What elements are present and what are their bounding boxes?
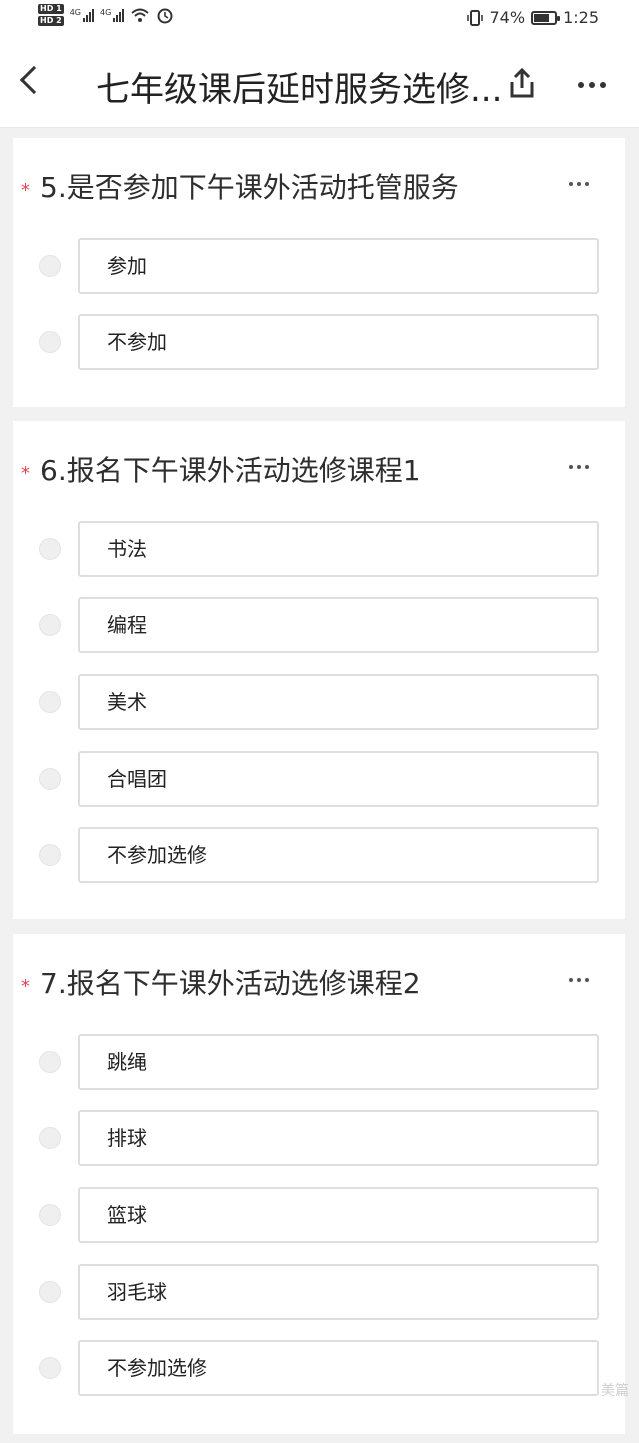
option-row[interactable]: 跳绳 xyxy=(13,1034,625,1090)
question-title: 7.报名下午课外活动选修课程2 xyxy=(40,967,421,1000)
option-row[interactable]: 排球 xyxy=(13,1110,625,1166)
option-row[interactable]: 编程 xyxy=(13,597,625,653)
wifi-icon xyxy=(131,8,149,22)
required-mark: * xyxy=(21,976,30,997)
option-row[interactable]: 不参加选修 xyxy=(13,827,625,883)
question-more-icon[interactable] xyxy=(569,978,589,982)
sim1-badge: HD 1 xyxy=(38,4,64,14)
share-icon[interactable] xyxy=(508,66,536,100)
option-row[interactable]: 参加 xyxy=(13,238,625,294)
radio-button[interactable] xyxy=(39,1357,61,1379)
radio-button[interactable] xyxy=(39,1204,61,1226)
required-mark: * xyxy=(21,463,30,484)
page-title: 七年级课后延时服务选修... xyxy=(96,70,503,110)
question-card-6: * 6.报名下午课外活动选修课程1 书法 编程 美术 合唱团 不参加选修 xyxy=(13,421,625,919)
option-row[interactable]: 羽毛球 xyxy=(13,1264,625,1320)
battery-fill xyxy=(534,13,549,22)
radio-button[interactable] xyxy=(39,255,61,277)
option-label[interactable]: 不参加选修 xyxy=(78,827,599,883)
option-label[interactable]: 跳绳 xyxy=(78,1034,599,1090)
radio-button[interactable] xyxy=(39,768,61,790)
option-label[interactable]: 参加 xyxy=(78,238,599,294)
option-row[interactable]: 合唱团 xyxy=(13,751,625,807)
status-left: HD 1 HD 2 4G 4G xyxy=(38,4,174,26)
option-label[interactable]: 美术 xyxy=(78,674,599,730)
sim2-badge: HD 2 xyxy=(38,16,64,26)
option-label[interactable]: 羽毛球 xyxy=(78,1264,599,1320)
question-card-7: * 7.报名下午课外活动选修课程2 跳绳 排球 篮球 羽毛球 不参加选修 xyxy=(13,934,625,1434)
option-label[interactable]: 篮球 xyxy=(78,1187,599,1243)
back-icon[interactable] xyxy=(19,65,49,95)
required-mark: * xyxy=(21,180,30,201)
watermark: 美篇 xyxy=(601,1383,629,1399)
more-icon[interactable] xyxy=(578,82,606,88)
clock: 1:25 xyxy=(563,8,599,27)
radio-button[interactable] xyxy=(39,1051,61,1073)
option-row[interactable]: 篮球 xyxy=(13,1187,625,1243)
network1-label: 4G xyxy=(69,8,81,17)
battery-percent: 74% xyxy=(489,8,526,27)
signal-icon-2: 4G xyxy=(99,8,125,22)
question-title: 6.报名下午课外活动选修课程1 xyxy=(40,454,421,487)
alarm-icon xyxy=(157,8,173,24)
option-label[interactable]: 不参加 xyxy=(78,314,599,370)
option-label[interactable]: 排球 xyxy=(78,1110,599,1166)
nav-bar: 七年级课后延时服务选修... xyxy=(0,38,639,128)
radio-button[interactable] xyxy=(39,614,61,636)
option-row[interactable]: 不参加选修 xyxy=(13,1340,625,1396)
radio-button[interactable] xyxy=(39,538,61,560)
option-row[interactable]: 书法 xyxy=(13,521,625,577)
signal-icon: 4G xyxy=(70,8,94,22)
battery-icon xyxy=(531,10,561,25)
option-label[interactable]: 书法 xyxy=(78,521,599,577)
option-row[interactable]: 美术 xyxy=(13,674,625,730)
option-label[interactable]: 合唱团 xyxy=(78,751,599,807)
status-bar: HD 1 HD 2 4G 4G 74% 1:25 xyxy=(0,0,639,38)
vibrate-icon xyxy=(466,9,483,26)
radio-button[interactable] xyxy=(39,1127,61,1149)
radio-button[interactable] xyxy=(39,331,61,353)
network2-label: 4G xyxy=(99,8,112,17)
option-label[interactable]: 编程 xyxy=(78,597,599,653)
question-title: 5.是否参加下午课外活动托管服务 xyxy=(40,171,459,204)
question-more-icon[interactable] xyxy=(569,465,589,469)
status-right: 74% 1:25 xyxy=(466,8,599,27)
radio-button[interactable] xyxy=(39,844,61,866)
radio-button[interactable] xyxy=(39,1281,61,1303)
question-more-icon[interactable] xyxy=(569,182,589,186)
radio-button[interactable] xyxy=(39,691,61,713)
option-row[interactable]: 不参加 xyxy=(13,314,625,370)
option-label[interactable]: 不参加选修 xyxy=(78,1340,599,1396)
question-card-5: * 5.是否参加下午课外活动托管服务 参加 不参加 xyxy=(13,138,625,407)
